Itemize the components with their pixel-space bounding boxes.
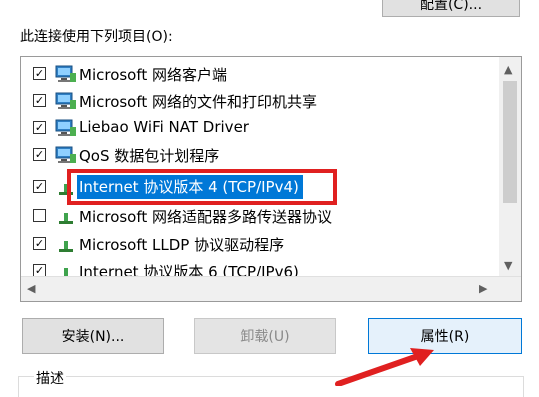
list-item[interactable]: ✓ Liebao WiFi NAT Driver <box>21 115 499 141</box>
description-label: 描述 <box>34 368 66 388</box>
list-item[interactable]: ✓ Microsoft 网络客户端 <box>21 61 499 87</box>
item-label: Microsoft 网络的文件和打印机共享 <box>79 93 318 111</box>
checkbox[interactable]: ✓ <box>33 67 46 80</box>
network-client-icon <box>55 65 76 82</box>
checkbox[interactable]: ✓ <box>33 94 46 107</box>
scroll-right-icon[interactable]: ▶ <box>479 282 487 295</box>
scroll-up-icon[interactable]: ▲ <box>504 63 512 76</box>
item-label: Microsoft 网络适配器多路传送器协议 <box>79 208 333 226</box>
protocol-icon <box>59 241 73 252</box>
list-item[interactable]: ✓ Microsoft 网络的文件和打印机共享 <box>21 88 499 114</box>
checkbox[interactable]: ✓ <box>33 121 46 134</box>
configure-button[interactable]: 配置(C)... <box>382 0 520 17</box>
list-item[interactable]: ✓ QoS 数据包计划程序 <box>21 142 499 168</box>
vertical-scrollbar[interactable]: ▲ ▼ <box>499 57 521 277</box>
protocol-icon <box>59 213 73 224</box>
list-item[interactable]: Microsoft 网络适配器多路传送器协议 <box>21 203 499 229</box>
scroll-corner <box>499 277 521 301</box>
item-label: Liebao WiFi NAT Driver <box>79 118 249 136</box>
scroll-thumb[interactable] <box>503 81 517 203</box>
checkbox[interactable]: ✓ <box>33 180 46 193</box>
item-label: Microsoft LLDP 协议驱动程序 <box>79 236 285 254</box>
horizontal-scrollbar[interactable]: ◀ ▶ <box>21 276 521 301</box>
uninstall-button: 卸载(U) <box>194 318 336 354</box>
checkbox[interactable] <box>33 209 46 222</box>
install-button[interactable]: 安装(N)... <box>22 318 164 354</box>
list-item[interactable]: ✓ Microsoft LLDP 协议驱动程序 <box>21 231 499 257</box>
item-label: QoS 数据包计划程序 <box>79 147 220 165</box>
item-label: Microsoft 网络客户端 <box>79 66 228 84</box>
red-arrow-icon <box>335 348 434 386</box>
components-list[interactable]: ✓ Microsoft 网络客户端 ✓ Microsoft 网络的文件和打印机共… <box>20 56 522 302</box>
scroll-down-icon[interactable]: ▼ <box>504 259 512 272</box>
highlight-box <box>67 169 337 205</box>
network-client-icon <box>55 119 76 136</box>
connection-items-label: 此连接使用下列项目(O): <box>20 29 173 45</box>
network-client-icon <box>55 92 76 109</box>
network-client-icon <box>55 146 76 163</box>
scroll-left-icon[interactable]: ◀ <box>27 282 35 295</box>
checkbox[interactable]: ✓ <box>33 237 46 250</box>
description-group <box>18 376 524 397</box>
checkbox[interactable]: ✓ <box>33 148 46 161</box>
